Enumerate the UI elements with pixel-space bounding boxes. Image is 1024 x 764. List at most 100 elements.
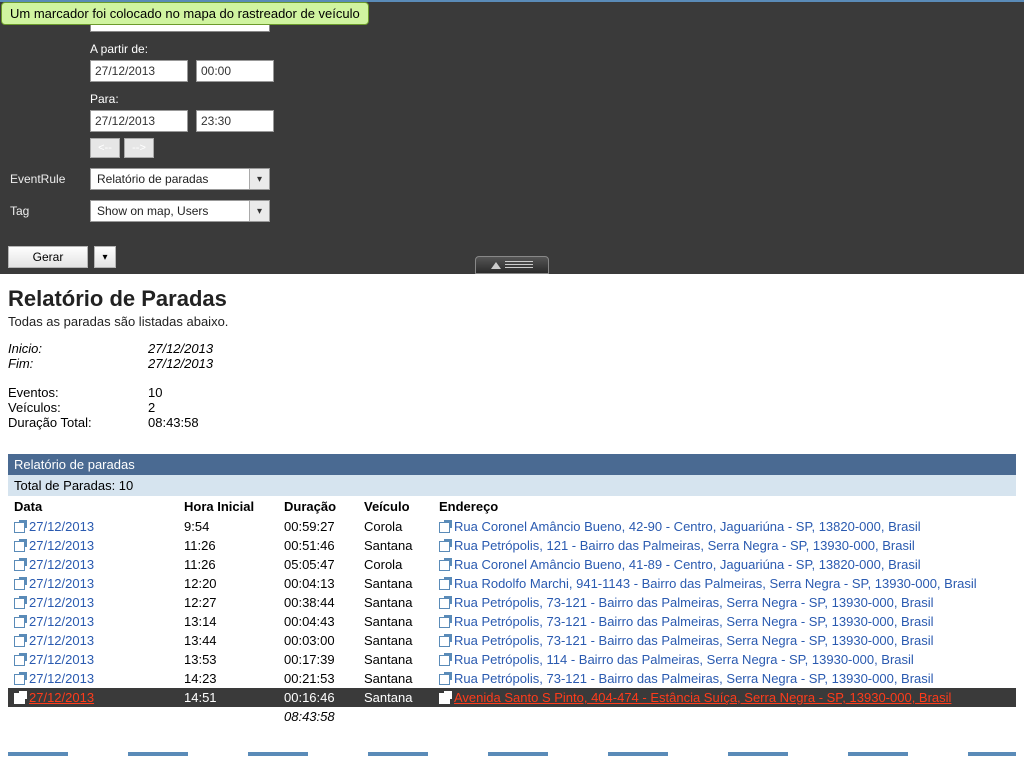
from-date-input[interactable] [90, 60, 188, 82]
external-link-icon[interactable] [14, 560, 25, 571]
address-link[interactable]: Rua Petrópolis, 114 - Bairro das Palmeir… [454, 652, 914, 667]
external-link-icon[interactable] [439, 579, 450, 590]
duracao-total-label: Duração Total: [8, 415, 148, 430]
report-subtitle: Todas as paradas são listadas abaixo. [8, 314, 1016, 329]
tag-label: Tag [10, 204, 90, 218]
cell-veiculo: Santana [358, 574, 433, 593]
col-hora[interactable]: Hora Inicial [178, 496, 278, 517]
external-link-icon[interactable] [14, 655, 25, 666]
external-link-icon[interactable] [14, 693, 25, 704]
inicio-label: Inicio: [8, 341, 148, 356]
prev-period-button[interactable]: <-- [90, 138, 120, 158]
date-link[interactable]: 27/12/2013 [29, 538, 94, 553]
cell-duracao: 00:59:27 [278, 517, 358, 536]
cell-hora: 14:51 [178, 688, 278, 707]
date-link[interactable]: 27/12/2013 [29, 614, 94, 629]
table-row[interactable]: 27/12/2013 13:4400:03:00Santana Rua Petróp… [8, 631, 1016, 650]
table-row[interactable]: 27/12/201314:5100:16:46SantanaAvenida Sa… [8, 688, 1016, 707]
cell-hora: 13:53 [178, 650, 278, 669]
date-link[interactable]: 27/12/2013 [29, 671, 94, 686]
address-link[interactable]: Rua Coronel Amâncio Bueno, 42-90 - Centr… [454, 519, 921, 534]
marker-tooltip: Um marcador foi colocado no mapa do rast… [1, 2, 369, 25]
date-link[interactable]: 27/12/2013 [29, 633, 94, 648]
address-link[interactable]: Rua Petrópolis, 73-121 - Bairro das Palm… [454, 595, 934, 610]
eventrule-value: Relatório de paradas [91, 172, 249, 186]
address-link[interactable]: Rua Petrópolis, 121 - Bairro das Palmeir… [454, 538, 915, 553]
address-link[interactable]: Rua Petrópolis, 73-121 - Bairro das Palm… [454, 633, 934, 648]
cell-veiculo: Santana [358, 593, 433, 612]
next-period-button[interactable]: --> [124, 138, 154, 158]
cell-veiculo: Santana [358, 612, 433, 631]
external-link-icon[interactable] [14, 617, 25, 628]
generate-dropdown-button[interactable]: ▾ [94, 246, 116, 268]
cell-hora: 13:44 [178, 631, 278, 650]
col-endereco[interactable]: Endereço [433, 496, 1016, 517]
cell-veiculo: Santana [358, 688, 433, 707]
external-link-icon[interactable] [439, 541, 450, 552]
external-link-icon[interactable] [439, 655, 450, 666]
date-link[interactable]: 27/12/2013 [29, 576, 94, 591]
cell-hora: 12:20 [178, 574, 278, 593]
eventos-value: 10 [148, 385, 162, 400]
cell-duracao: 00:04:43 [278, 612, 358, 631]
external-link-icon[interactable] [14, 598, 25, 609]
cell-hora: 9:54 [178, 517, 278, 536]
table-row[interactable]: 27/12/2013 12:2700:38:44Santana Rua Petróp… [8, 593, 1016, 612]
address-link[interactable]: Rua Petrópolis, 73-121 - Bairro das Palm… [454, 671, 934, 686]
table-row[interactable]: 27/12/201313:5300:17:39SantanaRua Petróp… [8, 650, 1016, 669]
external-link-icon[interactable] [14, 636, 25, 647]
cell-duracao: 00:04:13 [278, 574, 358, 593]
date-link[interactable]: 27/12/2013 [29, 519, 94, 534]
external-link-icon[interactable] [14, 522, 25, 533]
cell-duracao: 00:38:44 [278, 593, 358, 612]
external-link-icon[interactable] [439, 560, 450, 571]
external-link-icon[interactable] [439, 598, 450, 609]
chevron-down-icon: ▾ [249, 201, 269, 221]
col-duracao[interactable]: Duração [278, 496, 358, 517]
eventos-label: Eventos: [8, 385, 148, 400]
col-data[interactable]: Data [8, 496, 178, 517]
veiculos-value: 2 [148, 400, 155, 415]
to-label: Para: [90, 92, 274, 106]
address-link[interactable]: Rua Petrópolis, 73-121 - Bairro das Palm… [454, 614, 934, 629]
external-link-icon[interactable] [14, 674, 25, 685]
address-link[interactable]: Rua Coronel Amâncio Bueno, 41-89 - Centr… [454, 557, 921, 572]
external-link-icon[interactable] [439, 674, 450, 685]
section-sub: Total de Paradas: 10 [8, 475, 1016, 496]
cell-hora: 14:23 [178, 669, 278, 688]
cell-duracao: 00:03:00 [278, 631, 358, 650]
eventrule-combo[interactable]: Relatório de paradas ▾ [90, 168, 270, 190]
duracao-total-value: 08:43:58 [148, 415, 199, 430]
address-link[interactable]: Avenida Santo S Pinto, 404-474 - Estânci… [454, 690, 951, 705]
external-link-icon[interactable] [439, 522, 450, 533]
external-link-icon[interactable] [14, 541, 25, 552]
cell-duracao: 00:21:53 [278, 669, 358, 688]
cell-duracao: 00:51:46 [278, 536, 358, 555]
external-link-icon[interactable] [439, 636, 450, 647]
address-link[interactable]: Rua Rodolfo Marchi, 941-1143 - Bairro da… [454, 576, 977, 591]
table-row[interactable]: 27/12/201313:1400:04:43SantanaRua Petróp… [8, 612, 1016, 631]
date-link[interactable]: 27/12/2013 [29, 595, 94, 610]
footer-total-duration: 08:43:58 [278, 707, 358, 726]
date-link[interactable]: 27/12/2013 [29, 690, 94, 705]
from-time-input[interactable] [196, 60, 274, 82]
to-time-input[interactable] [196, 110, 274, 132]
generate-button[interactable]: Gerar [8, 246, 88, 268]
cell-veiculo: Santana [358, 631, 433, 650]
to-date-input[interactable] [90, 110, 188, 132]
table-row[interactable]: 27/12/201311:2600:51:46SantanaRua Petróp… [8, 536, 1016, 555]
tag-combo[interactable]: Show on map, Users ▾ [90, 200, 270, 222]
date-link[interactable]: 27/12/2013 [29, 557, 94, 572]
external-link-icon[interactable] [439, 693, 450, 704]
external-link-icon[interactable] [14, 579, 25, 590]
report-title: Relatório de Paradas [8, 286, 1016, 312]
table-row[interactable]: 27/12/20139:5400:59:27CorolaRua Coronel … [8, 517, 1016, 536]
cell-hora: 12:27 [178, 593, 278, 612]
external-link-icon[interactable] [439, 617, 450, 628]
table-row[interactable]: 27/12/201311:2605:05:47CorolaRua Coronel… [8, 555, 1016, 574]
date-link[interactable]: 27/12/2013 [29, 652, 94, 667]
table-row[interactable]: 27/12/2013 12:2000:04:13Santana Rua Rodolf… [8, 574, 1016, 593]
col-veiculo[interactable]: Veículo [358, 496, 433, 517]
collapse-handle[interactable] [475, 256, 549, 274]
table-row[interactable]: 27/12/201314:2300:21:53SantanaRua Petróp… [8, 669, 1016, 688]
